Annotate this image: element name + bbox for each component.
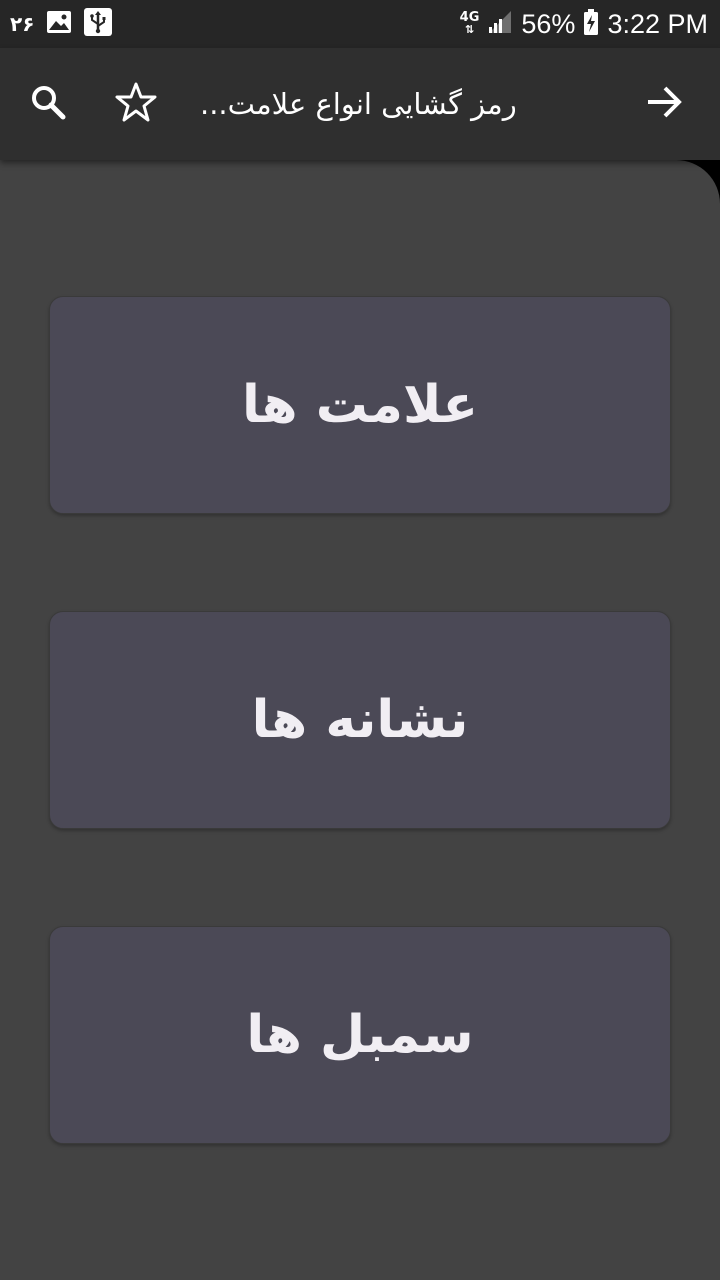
clock: 3:22 PM (607, 8, 708, 39)
screen: ۲۶ 4G ⇅ 56% 3:22 PM رمز گشایی انواع علام… (0, 0, 720, 1280)
image-icon (46, 10, 72, 38)
menu-card-signs[interactable]: علامت ها (49, 296, 671, 514)
star-icon (115, 81, 157, 127)
data-arrows-icon: ⇅ (464, 23, 475, 36)
favorite-button[interactable] (108, 76, 164, 132)
notification-count: ۲۶ (10, 12, 35, 36)
battery-charging-icon (583, 8, 599, 40)
search-button[interactable] (20, 76, 76, 132)
menu-card-symbols[interactable]: نشانه ها (49, 611, 671, 829)
signal-icon (487, 9, 513, 39)
app-bar: رمز گشایی انواع علامت... (0, 48, 720, 160)
network-type: 4G ⇅ (460, 11, 480, 36)
content-panel: علامت ها نشانه ها سمبل ها (0, 160, 720, 1280)
menu-card-label: نشانه ها (251, 690, 469, 750)
usb-icon (84, 8, 113, 40)
back-button[interactable] (636, 76, 692, 132)
status-bar: ۲۶ 4G ⇅ 56% 3:22 PM (0, 0, 720, 48)
arrow-forward-icon (644, 82, 684, 126)
status-left: ۲۶ (10, 0, 113, 48)
menu-card-label: علامت ها (242, 375, 478, 435)
search-icon (28, 82, 68, 126)
menu-card-label: سمبل ها (246, 1005, 474, 1065)
page-title: رمز گشایی انواع علامت... (200, 87, 517, 121)
status-right: 4G ⇅ 56% 3:22 PM (460, 0, 708, 48)
battery-percent: 56% (521, 8, 576, 39)
menu-card-emblems[interactable]: سمبل ها (49, 926, 671, 1144)
